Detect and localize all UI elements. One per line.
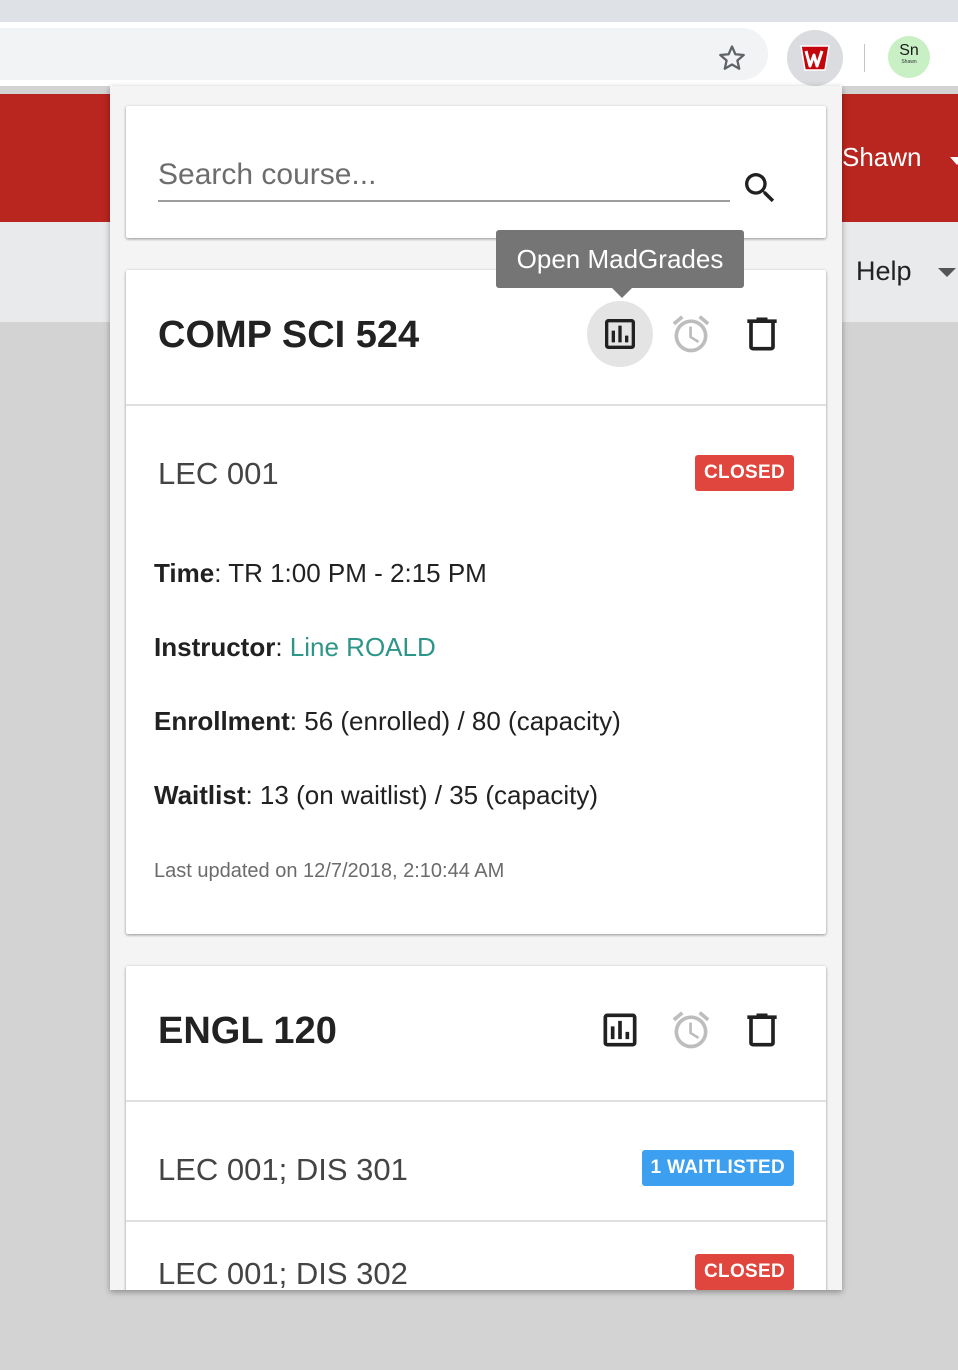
instructor-label: Instructor xyxy=(154,632,276,662)
user-menu-caret-icon[interactable] xyxy=(950,157,958,165)
time-label: Time xyxy=(154,558,215,588)
section-name: LEC 001 xyxy=(158,456,279,491)
alarm-clock-icon[interactable] xyxy=(663,306,719,362)
waitlist-label: Waitlist xyxy=(154,780,246,810)
extension-popup: COMP SCI 524 LEC 001 CLOSED Time: TR 1:0… xyxy=(110,86,842,1290)
last-updated-text: Last updated on 12/7/2018, 2:10:44 AM xyxy=(154,860,505,882)
instructor-separator: : xyxy=(275,632,290,662)
search-icon[interactable] xyxy=(740,168,784,212)
page-help-menu[interactable]: Help xyxy=(856,256,912,287)
wisconsin-extension-icon[interactable] xyxy=(787,30,843,86)
enrollment-value: : 56 (enrolled) / 80 (capacity) xyxy=(289,706,621,736)
bookmark-star-icon[interactable] xyxy=(712,38,752,78)
madgrades-tooltip: Open MadGrades xyxy=(496,230,744,288)
enrollment-label: Enrollment xyxy=(154,706,290,736)
status-badge: CLOSED xyxy=(695,1254,794,1290)
card-divider xyxy=(126,1100,826,1102)
avatar-initials: Sn xyxy=(899,42,919,59)
course-title: COMP SCI 524 xyxy=(158,314,420,356)
toolbar-separator xyxy=(864,44,865,72)
instructor-detail: Instructor: Line ROALD xyxy=(154,632,436,663)
section-name: LEC 001; DIS 302 xyxy=(158,1256,408,1290)
tooltip-arrow xyxy=(612,288,632,298)
page-user-name[interactable]: Shawn xyxy=(842,142,922,173)
search-input[interactable] xyxy=(158,150,730,202)
waitlist-detail: Waitlist: 13 (on waitlist) / 35 (capacit… xyxy=(154,780,598,811)
browser-tab-strip xyxy=(0,0,958,22)
time-detail: Time: TR 1:00 PM - 2:15 PM xyxy=(154,558,487,589)
browser-toolbar: Sn Shawn xyxy=(0,22,958,86)
instructor-link[interactable]: Line ROALD xyxy=(290,632,436,662)
search-card xyxy=(126,106,826,238)
status-badge: CLOSED xyxy=(695,455,794,491)
section-divider xyxy=(126,1220,826,1222)
time-value: : TR 1:00 PM - 2:15 PM xyxy=(214,558,487,588)
help-caret-icon[interactable] xyxy=(938,268,956,277)
section-name: LEC 001; DIS 301 xyxy=(158,1152,408,1187)
madgrades-chart-icon[interactable] xyxy=(592,1002,648,1058)
course-title: ENGL 120 xyxy=(158,1010,337,1052)
course-card: ENGL 120 LEC 001; DIS 301 1 WAITLISTED L… xyxy=(126,966,826,1290)
trash-icon[interactable] xyxy=(734,306,790,362)
address-bar[interactable] xyxy=(0,28,768,80)
card-divider xyxy=(126,404,826,406)
madgrades-chart-icon[interactable] xyxy=(587,301,653,367)
waitlist-value: : 13 (on waitlist) / 35 (capacity) xyxy=(245,780,599,810)
status-badge: 1 WAITLISTED xyxy=(641,1150,794,1186)
course-card: COMP SCI 524 LEC 001 CLOSED Time: TR 1:0… xyxy=(126,270,826,934)
profile-avatar[interactable]: Sn Shawn xyxy=(888,36,930,78)
avatar-subtext: Shawn xyxy=(901,59,917,65)
alarm-clock-icon[interactable] xyxy=(663,1002,719,1058)
enrollment-detail: Enrollment: 56 (enrolled) / 80 (capacity… xyxy=(154,706,621,737)
trash-icon[interactable] xyxy=(734,1002,790,1058)
